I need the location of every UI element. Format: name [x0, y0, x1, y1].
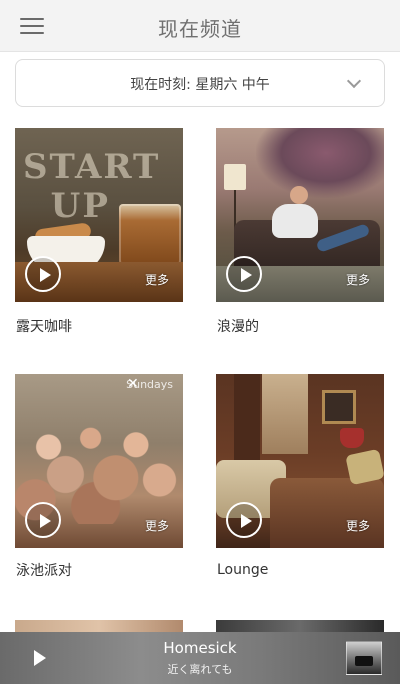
- thumbnail-sofa-art: [270, 478, 384, 548]
- thumbnail-tree-art: [256, 128, 384, 198]
- album-art-thumbnail[interactable]: [346, 641, 382, 675]
- mini-player[interactable]: Homesick 近く离れても: [0, 632, 400, 684]
- thumbnail-lamp-art: [340, 428, 364, 448]
- channel-card[interactable]: 更多 浪漫的: [216, 128, 384, 335]
- thumbnail-lamp-art: [224, 164, 246, 190]
- channel-thumbnail[interactable]: Sundays ✕ 更多: [15, 374, 183, 548]
- track-artist: 近く离れても: [167, 663, 233, 676]
- top-bar: 现在频道: [0, 0, 400, 52]
- thumbnail-picture-frame-art: [322, 390, 356, 424]
- thumbnail-head-art: [290, 186, 308, 204]
- close-icon: ✕: [127, 376, 139, 392]
- thumbnail-window-art: [262, 374, 308, 454]
- track-title: Homesick: [163, 639, 237, 657]
- channel-card[interactable]: START UP 更多 露天咖啡: [15, 128, 183, 335]
- channel-card[interactable]: 更多 Lounge: [216, 374, 384, 578]
- play-icon[interactable]: [25, 502, 61, 538]
- thumbnail-cup-art: [119, 204, 181, 270]
- time-dropdown[interactable]: 现在时刻: 星期六 中午: [15, 59, 385, 107]
- more-link[interactable]: 更多: [145, 271, 169, 288]
- channel-title: 泳池派对: [16, 563, 72, 579]
- more-link[interactable]: 更多: [346, 271, 370, 288]
- thumbnail-person-art: [272, 204, 318, 238]
- time-dropdown-label: 现在时刻: 星期六 中午: [130, 77, 270, 93]
- channel-title: 露天咖啡: [16, 319, 72, 335]
- more-link[interactable]: 更多: [145, 517, 169, 534]
- app-root: 现在频道 现在时刻: 星期六 中午 START UP 更多 露天咖啡 更多 浪漫…: [0, 0, 400, 684]
- channel-title: Lounge: [217, 562, 269, 578]
- channel-card[interactable]: Sundays ✕ 更多 泳池派对: [15, 374, 183, 579]
- channel-thumbnail[interactable]: 更多: [216, 374, 384, 548]
- more-link[interactable]: 更多: [346, 517, 370, 534]
- channel-thumbnail[interactable]: START UP 更多: [15, 128, 183, 302]
- play-icon[interactable]: [226, 256, 262, 292]
- page-title: 现在频道: [158, 17, 242, 41]
- channel-thumbnail[interactable]: 更多: [216, 128, 384, 302]
- channel-title: 浪漫的: [217, 319, 259, 335]
- play-icon[interactable]: [25, 256, 61, 292]
- play-icon[interactable]: [226, 502, 262, 538]
